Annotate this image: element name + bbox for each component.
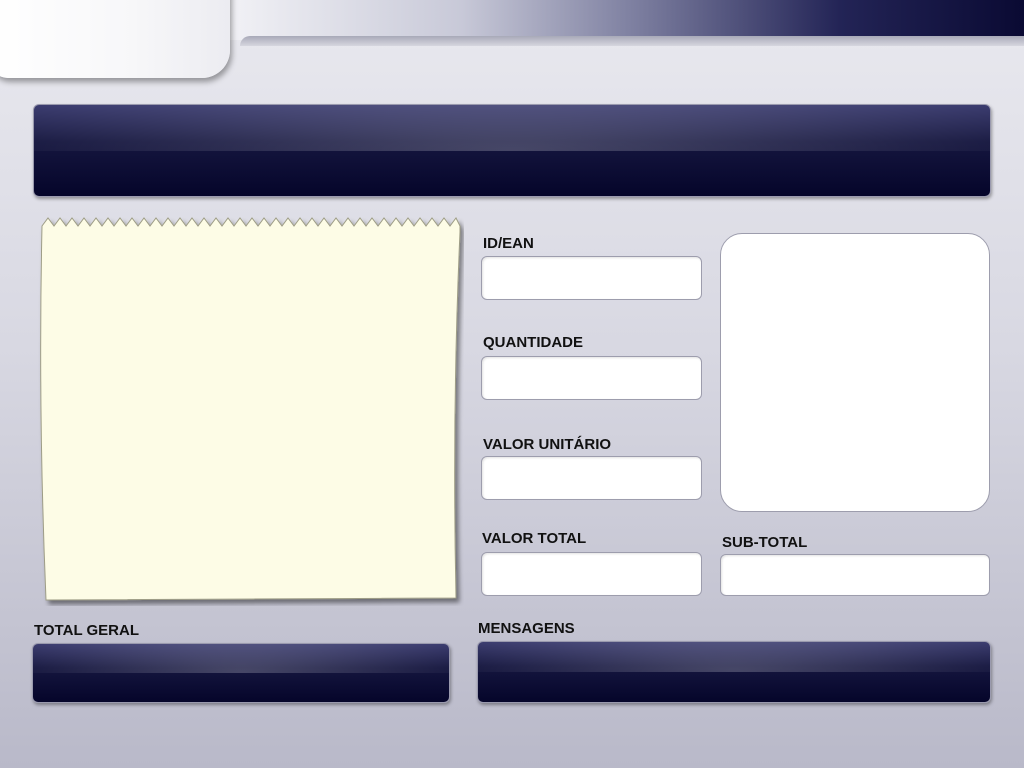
product-image-box (720, 233, 990, 512)
valor-total-label: VALOR TOTAL (482, 530, 587, 547)
valor-unitario-label: VALOR UNITÁRIO (483, 436, 612, 453)
header-display (33, 104, 991, 197)
id-ean-input[interactable] (481, 256, 702, 300)
top-banner-shadow (240, 36, 1024, 46)
receipt-paper-graphic (40, 217, 461, 601)
corner-tab (0, 0, 230, 78)
mensagens-display (477, 641, 991, 703)
quantidade-label: QUANTIDADE (483, 334, 583, 351)
receipt-paper (34, 210, 464, 606)
sub-total-label: SUB-TOTAL (722, 534, 808, 551)
valor-total-input[interactable] (481, 552, 702, 596)
valor-unitario-input[interactable] (481, 456, 702, 500)
mensagens-label: MENSAGENS (478, 620, 575, 637)
sub-total-input[interactable] (720, 554, 990, 596)
total-geral-label: TOTAL GERAL (34, 622, 139, 639)
quantidade-input[interactable] (481, 356, 702, 400)
total-geral-display (32, 643, 450, 703)
id-ean-label: ID/EAN (483, 235, 534, 252)
